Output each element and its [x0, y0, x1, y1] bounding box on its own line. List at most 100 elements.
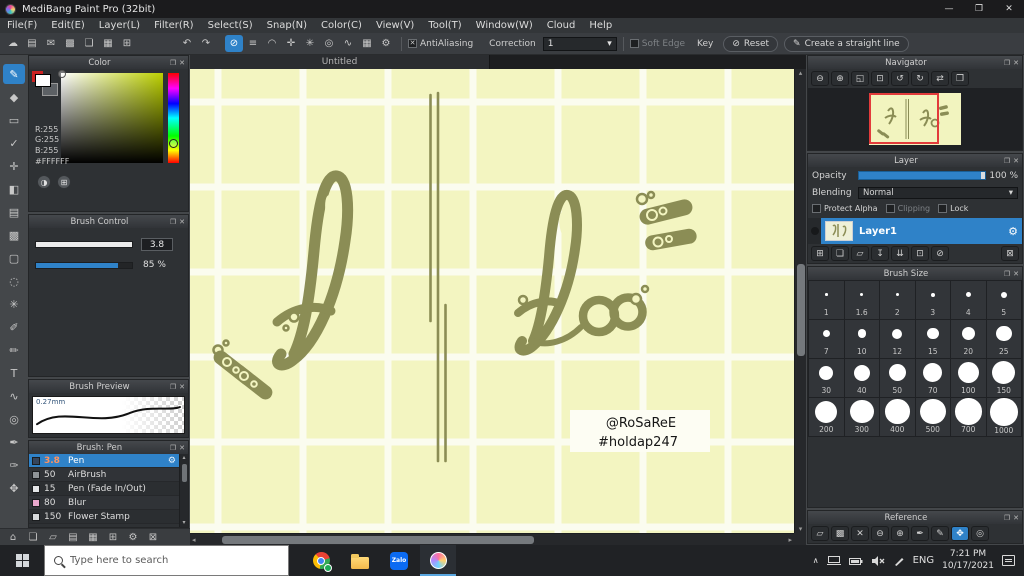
panel-close-icon[interactable]: ✕	[1013, 157, 1019, 165]
menu-item-help[interactable]: Help	[582, 20, 619, 31]
close-button[interactable]: ✕	[994, 0, 1024, 18]
open-folder-icon[interactable]: ▱	[45, 530, 61, 544]
bucket-tool[interactable]: ▩	[3, 225, 25, 245]
home-icon[interactable]: ⌂	[5, 530, 21, 544]
brush-size-5[interactable]: 5	[986, 281, 1021, 319]
brush-tool[interactable]: ✎	[3, 64, 25, 84]
document-icon[interactable]: ❏	[80, 35, 98, 52]
fill-tool[interactable]: ◧	[3, 179, 25, 199]
brush-size-300[interactable]: 300	[844, 398, 879, 436]
move-tool[interactable]: ✛	[3, 156, 25, 176]
snap-icon[interactable]: ⊞	[105, 530, 121, 544]
new-layer-icon[interactable]: ⊞	[811, 246, 829, 261]
menu-item-layerl[interactable]: Layer(L)	[92, 20, 147, 31]
brush-size-30[interactable]: 30	[809, 359, 844, 397]
taskbar-app-medibang[interactable]	[420, 545, 456, 576]
panel-float-icon[interactable]: ❐	[1004, 270, 1010, 278]
image-reference-icon[interactable]: ▩	[831, 526, 849, 541]
grid-icon[interactable]: ▦	[99, 35, 117, 52]
panel-close-icon[interactable]: ✕	[179, 383, 185, 391]
brush-size-1[interactable]: 1	[809, 281, 844, 319]
brush-size-value[interactable]: 3.8	[141, 238, 173, 251]
language-indicator[interactable]: ENG	[913, 555, 935, 566]
minimize-button[interactable]: —	[934, 0, 964, 18]
curve-tool[interactable]: ∿	[3, 386, 25, 406]
brush-opacity-slider[interactable]	[35, 261, 133, 269]
brush-size-10[interactable]: 10	[844, 320, 879, 358]
hue-strip[interactable]	[168, 73, 179, 163]
snap-settings-icon[interactable]: ⚙	[377, 35, 395, 52]
brush-size-12[interactable]: 12	[880, 320, 915, 358]
trash-icon[interactable]: ⊠	[145, 530, 161, 544]
menu-item-snapn[interactable]: Snap(N)	[260, 20, 314, 31]
snap-grid-icon[interactable]: ▦	[358, 35, 376, 52]
reset-view-icon[interactable]: ❐	[951, 71, 969, 86]
brush-item-pen[interactable]: 3.8 Pen ⚙	[29, 454, 179, 468]
scroll-thumb[interactable]	[181, 464, 187, 483]
snap-circle-icon[interactable]: ◎	[320, 35, 338, 52]
brush-settings-icon[interactable]: ⚙	[168, 456, 176, 466]
new-folder-icon[interactable]: ▱	[851, 246, 869, 261]
snap-parallel-icon[interactable]: ≡	[244, 35, 262, 52]
foreground-color-swatch[interactable]	[32, 71, 51, 87]
ref-eyedropper-icon[interactable]: ✒	[911, 526, 929, 541]
duplicate-layer-icon[interactable]: ❏	[831, 246, 849, 261]
panel-close-icon[interactable]: ✕	[1013, 514, 1019, 522]
transfer-layer-icon[interactable]: ↧	[871, 246, 889, 261]
saturation-value-picker[interactable]	[61, 73, 163, 163]
save-icon[interactable]: ▤	[65, 530, 81, 544]
reset-button[interactable]: ⊘ Reset	[723, 35, 779, 52]
brush-item-pen-fade-in-out-[interactable]: 15 Pen (Fade In/Out)	[29, 482, 179, 496]
taskbar-app-chrome[interactable]	[303, 545, 339, 576]
brush-size-100[interactable]: 100	[951, 359, 986, 397]
brush-size-500[interactable]: 500	[915, 398, 950, 436]
scroll-down-icon[interactable]: ▾	[182, 519, 185, 527]
panel-float-icon[interactable]: ❐	[170, 444, 176, 452]
rotate-left-icon[interactable]: ↺	[891, 71, 909, 86]
snap-wave-icon[interactable]: ∿	[339, 35, 357, 52]
brush-size-50[interactable]: 50	[880, 359, 915, 397]
panel-close-icon[interactable]: ✕	[179, 444, 185, 452]
soft-edge-checkbox[interactable]	[629, 39, 639, 48]
brush-item-blur[interactable]: 80 Blur	[29, 496, 179, 510]
document-tab[interactable]: Untitled	[190, 55, 490, 69]
brush-size-25[interactable]: 25	[986, 320, 1021, 358]
select-pen-tool[interactable]: ✐	[3, 317, 25, 337]
scroll-up-icon[interactable]: ▴	[182, 454, 185, 462]
panel-float-icon[interactable]: ❐	[170, 383, 176, 391]
volume-muted-icon[interactable]	[871, 555, 885, 567]
tray-expand-icon[interactable]: ∧	[813, 556, 819, 565]
chat-icon[interactable]: ✉	[42, 35, 60, 52]
menu-item-filef[interactable]: File(F)	[0, 20, 44, 31]
panel-float-icon[interactable]: ❐	[1004, 514, 1010, 522]
ref-zoom-in-icon[interactable]: ⊕	[891, 526, 909, 541]
brush-size-150[interactable]: 150	[986, 359, 1021, 397]
panel-close-icon[interactable]: ✕	[179, 59, 185, 67]
flip-icon[interactable]: ⇄	[931, 71, 949, 86]
taskbar-app-zalo[interactable]: Zalo	[381, 545, 417, 576]
ref-target-icon[interactable]: ◎	[971, 526, 989, 541]
layer-item[interactable]: Layer1 ⚙	[808, 218, 1022, 244]
merge-layer-icon[interactable]: ⇊	[891, 246, 909, 261]
brush-item-flower-stamp[interactable]: 150 Flower Stamp	[29, 510, 179, 524]
brush-size-3[interactable]: 3	[915, 281, 950, 319]
menu-item-filterr[interactable]: Filter(R)	[147, 20, 201, 31]
ref-hand-icon[interactable]: ✥	[951, 526, 969, 541]
menu-item-cloud[interactable]: Cloud	[540, 20, 583, 31]
brush-item-airbrush[interactable]: 50 AirBrush	[29, 468, 179, 482]
snap-radial-icon[interactable]: ✳	[301, 35, 319, 52]
redo-icon[interactable]: ↷	[197, 35, 215, 52]
menu-item-colorc[interactable]: Color(C)	[314, 20, 369, 31]
menu-item-selects[interactable]: Select(S)	[201, 20, 260, 31]
straight-line-button[interactable]: ✎ Create a straight line	[784, 35, 909, 52]
rotate-right-icon[interactable]: ↻	[911, 71, 929, 86]
maximize-button[interactable]: ❐	[964, 0, 994, 18]
lasso-tool[interactable]: ◌	[3, 271, 25, 291]
brush-size-20[interactable]: 20	[951, 320, 986, 358]
panel-float-icon[interactable]: ❐	[1004, 59, 1010, 67]
finger-tool[interactable]: ▭	[3, 110, 25, 130]
panel-float-icon[interactable]: ❐	[170, 59, 176, 67]
ref-pen-icon[interactable]: ✎	[931, 526, 949, 541]
eraser-tool[interactable]: ◆	[3, 87, 25, 107]
navigator-thumbnail[interactable]	[808, 88, 1022, 150]
